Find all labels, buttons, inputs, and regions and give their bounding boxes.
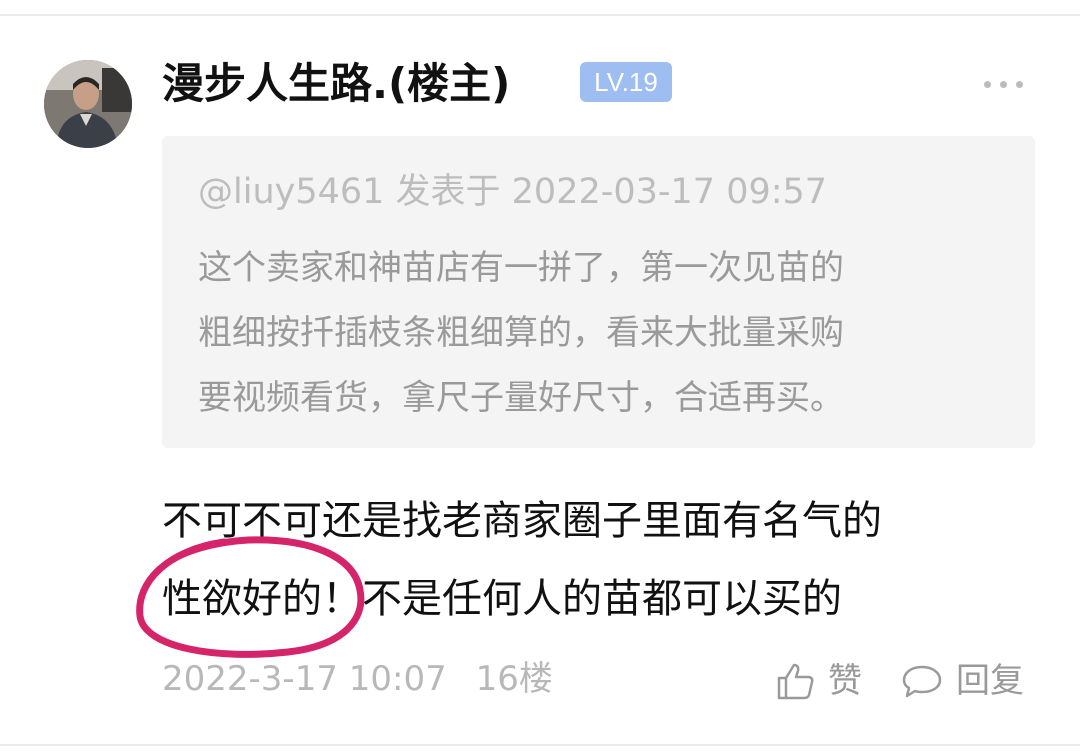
more-dot-icon	[1016, 81, 1023, 88]
quoted-post[interactable]: @liuy5461 发表于 2022-03-17 09:57 这个卖家和神苗店有…	[162, 136, 1035, 448]
bottom-divider	[0, 744, 1080, 746]
reply-line: 性欲好的！不是任何人的苗都可以买的	[162, 576, 842, 622]
avatar-photo	[44, 60, 132, 148]
post-timestamp: 2022-3-17 10:07	[162, 659, 447, 699]
like-label: 赞	[828, 660, 862, 701]
quote-line: 粗细按扦插枝条粗细算的，看来大批量采购	[198, 313, 844, 353]
more-dot-icon	[1000, 81, 1007, 88]
avatar[interactable]	[44, 60, 132, 148]
author-name[interactable]: 漫步人生路.(楼主)	[162, 54, 510, 114]
like-button[interactable]: 赞	[774, 654, 862, 704]
reply-line: 不可不可还是找老商家圈子里面有名气的	[162, 498, 882, 544]
comment-bubble-icon	[902, 665, 942, 697]
more-dot-icon	[984, 81, 991, 88]
top-divider	[0, 14, 1080, 16]
reply-label: 回复	[956, 660, 1024, 701]
reply-content: 不可不可还是找老商家圈子里面有名气的 性欲好的！不是任何人的苗都可以买的	[162, 482, 1042, 638]
thumbs-up-icon	[777, 663, 814, 699]
quote-text: 这个卖家和神苗店有一拼了，第一次见苗的 粗细按扦插枝条粗细算的，看来大批量采购 …	[198, 236, 998, 431]
post-meta: 2022-3-17 10:07 16楼	[162, 656, 553, 702]
floor-number: 16楼	[475, 659, 553, 699]
reply-button[interactable]: 回复	[900, 654, 1024, 704]
quote-meta: @liuy5461 发表于 2022-03-17 09:57	[198, 172, 828, 212]
more-options-button[interactable]	[976, 66, 1032, 102]
quote-line: 要视频看货，拿尺子量好尺寸，合适再买。	[198, 378, 844, 418]
level-badge: LV.19	[580, 62, 672, 102]
quote-line: 这个卖家和神苗店有一拼了，第一次见苗的	[198, 248, 844, 288]
